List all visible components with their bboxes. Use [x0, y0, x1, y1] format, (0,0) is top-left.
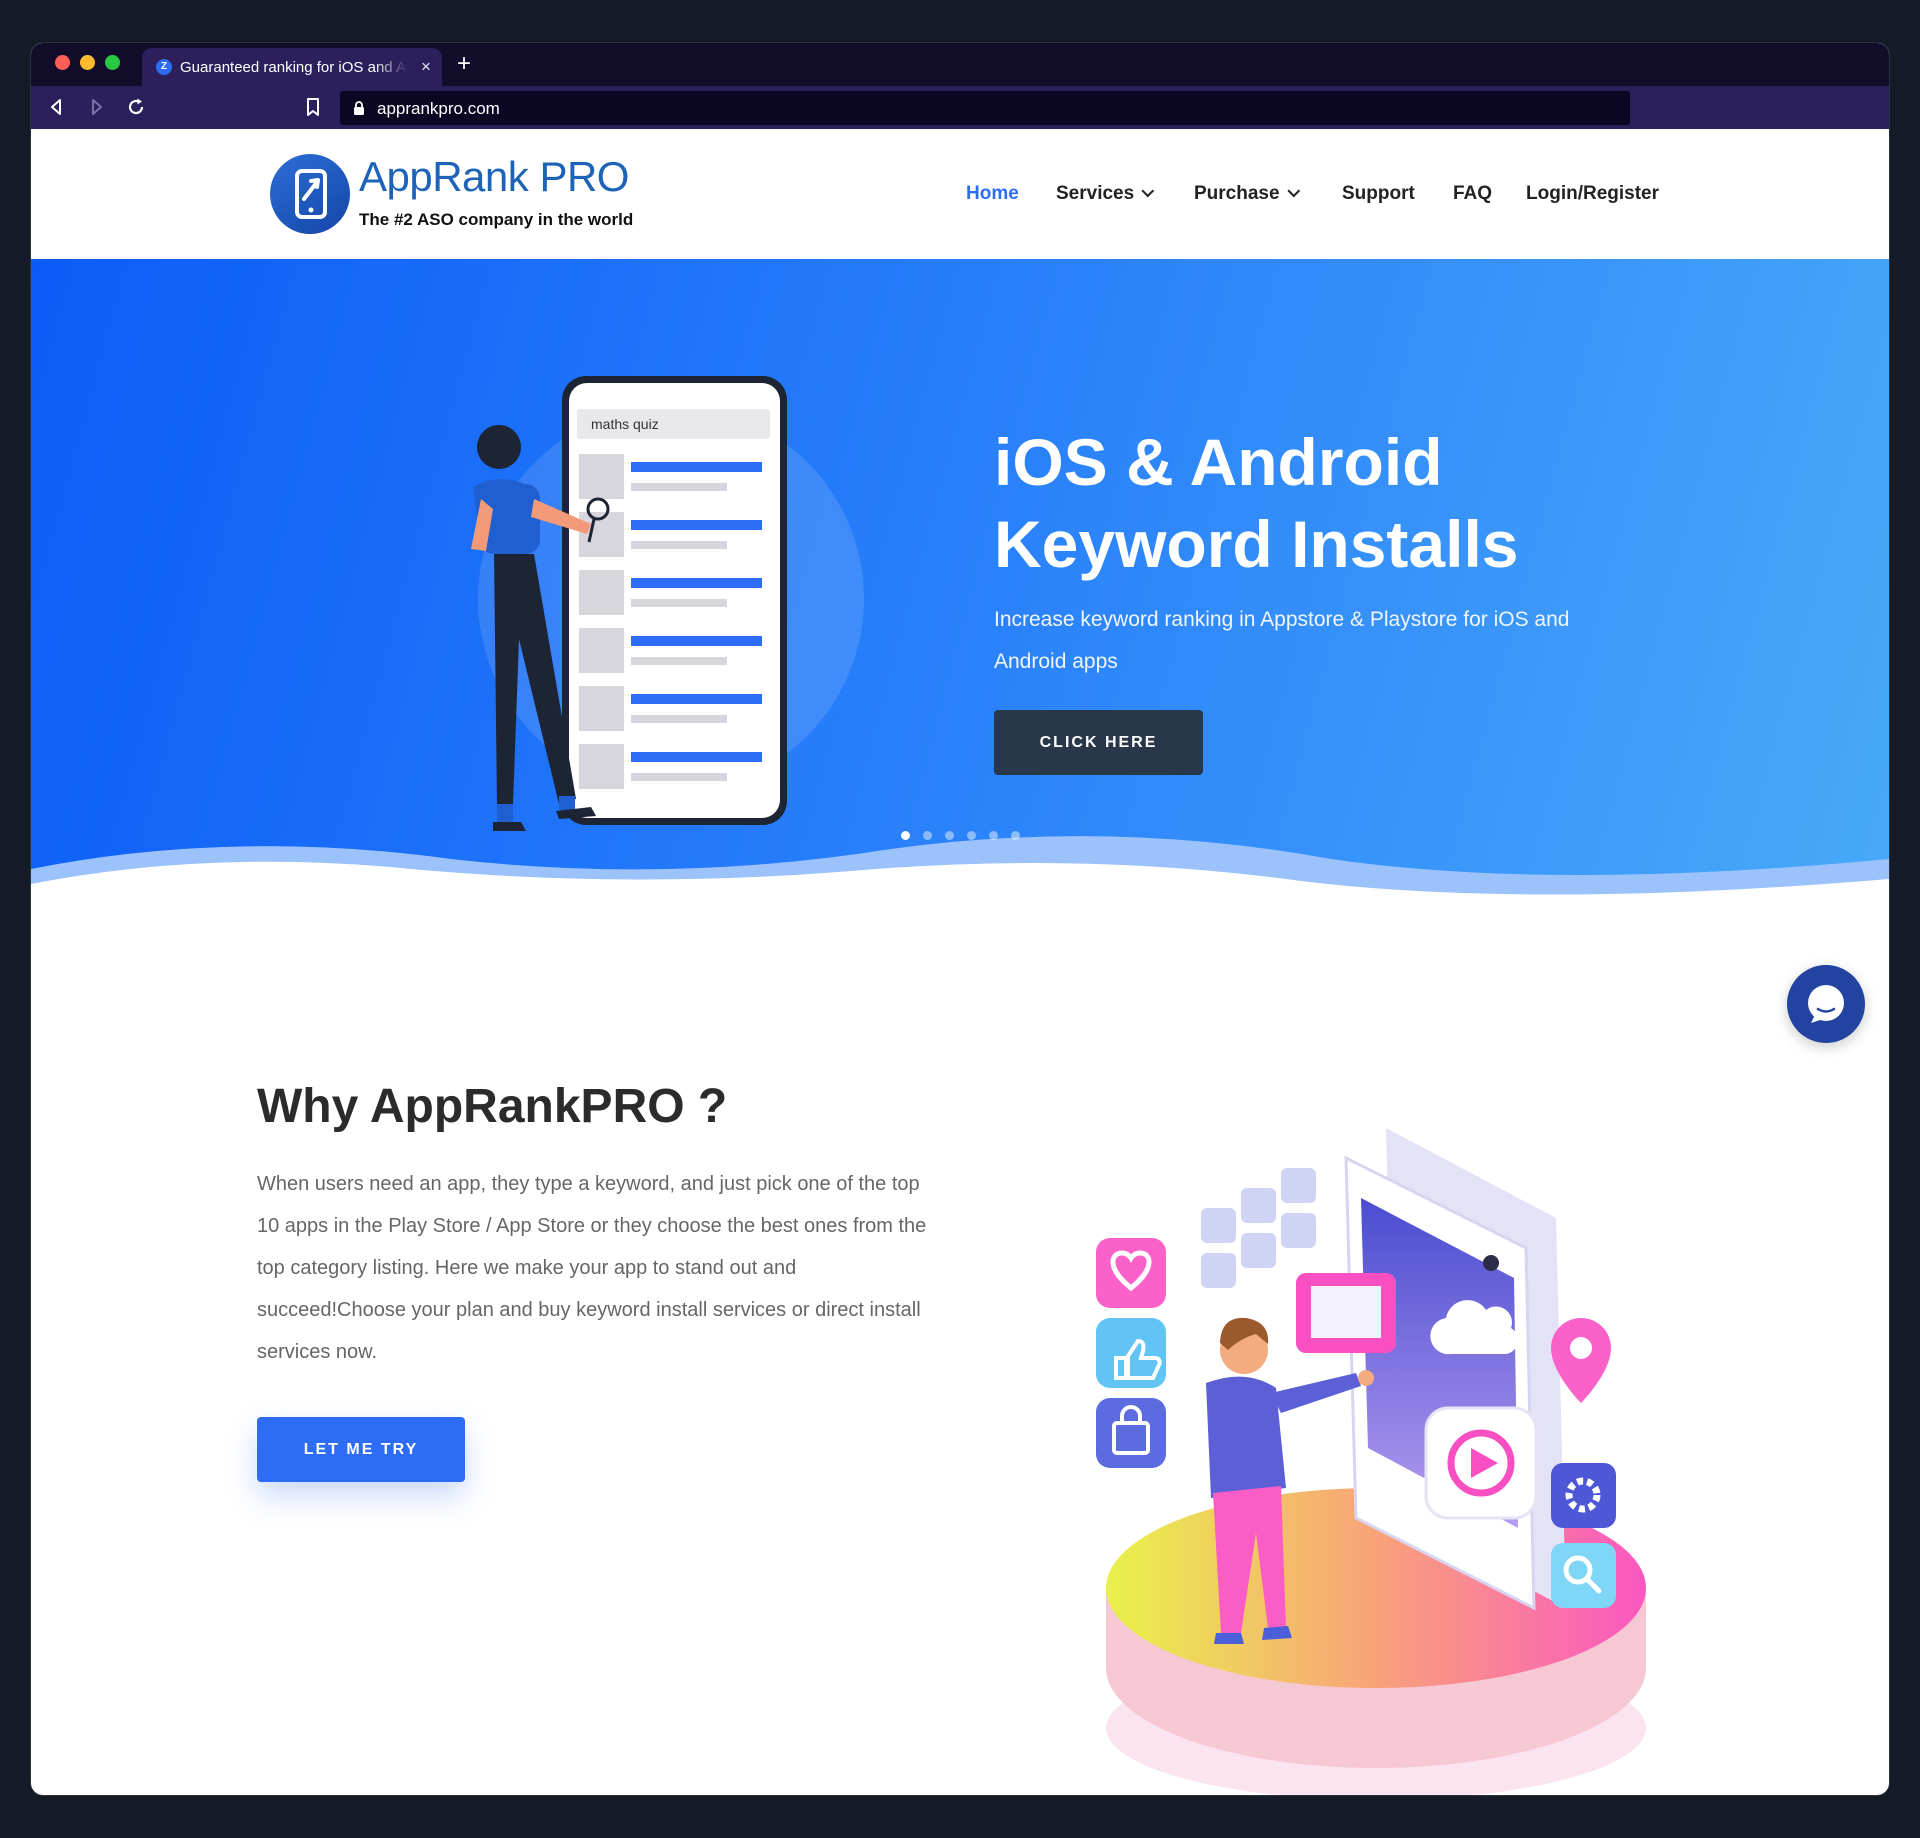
- hero-title: iOS & Android Keyword Installs: [994, 421, 1694, 585]
- slide-dot-5[interactable]: [989, 831, 998, 840]
- slide-dot-6[interactable]: [1011, 831, 1020, 840]
- hero-subtitle: Increase keyword ranking in Appstore & P…: [994, 608, 1570, 673]
- hero-title-line1: iOS & Android: [994, 425, 1443, 499]
- address-bar[interactable]: apprankpro.com: [340, 91, 1630, 125]
- nav-purchase[interactable]: Purchase: [1194, 183, 1300, 205]
- chevron-down-icon: [1141, 184, 1155, 198]
- lock-icon: [354, 101, 364, 115]
- hero-title-line2: Keyword Installs: [994, 507, 1519, 581]
- nav-faq[interactable]: FAQ: [1453, 183, 1492, 205]
- nav-purchase-label: Purchase: [1194, 183, 1280, 204]
- browser-window: Z Guaranteed ranking for iOS and Android…: [31, 43, 1889, 1795]
- slide-dot-3[interactable]: [945, 831, 954, 840]
- minimize-window-button[interactable]: [80, 55, 95, 70]
- slide-dot-2[interactable]: [923, 831, 932, 840]
- search-icon: [1551, 1543, 1616, 1608]
- why-title: Why AppRankPRO ?: [257, 1080, 728, 1133]
- new-tab-button[interactable]: +: [451, 51, 477, 77]
- close-window-button[interactable]: [55, 55, 70, 70]
- tab-close-icon[interactable]: ×: [416, 57, 436, 77]
- tab-title: Guaranteed ranking for iOS and Android: [180, 59, 408, 76]
- browser-tab[interactable]: Z Guaranteed ranking for iOS and Android…: [142, 48, 442, 86]
- url-text: apprankpro.com: [377, 99, 500, 118]
- chat-icon: [1808, 985, 1844, 1023]
- slide-dot-1[interactable]: [901, 831, 910, 840]
- reload-icon[interactable]: [124, 95, 148, 119]
- nav-support[interactable]: Support: [1342, 183, 1415, 205]
- forward-icon[interactable]: [84, 95, 108, 119]
- logo-tagline: The #2 ASO company in the world: [359, 210, 634, 229]
- chevron-down-icon: [1286, 184, 1300, 198]
- phone-arrow-logo-icon[interactable]: [270, 154, 350, 234]
- tab-favicon-icon: Z: [156, 59, 172, 75]
- nav-home[interactable]: Home: [966, 183, 1019, 205]
- nav-services-label: Services: [1056, 183, 1135, 204]
- isometric-app-illustration: [1096, 1128, 1646, 1795]
- let-me-try-button[interactable]: LET ME TRY: [257, 1417, 465, 1482]
- gear-icon: [1551, 1463, 1616, 1528]
- maximize-window-button[interactable]: [105, 55, 120, 70]
- slide-dot-4[interactable]: [967, 831, 976, 840]
- chat-launcher-button[interactable]: [1787, 965, 1865, 1043]
- click-here-button[interactable]: CLICK HERE: [994, 710, 1203, 775]
- logo-title[interactable]: AppRank PRO: [359, 153, 629, 201]
- tab-strip: Z Guaranteed ranking for iOS and Android…: [31, 43, 1889, 86]
- why-description: When users need an app, they type a keyw…: [257, 1173, 927, 1363]
- back-icon[interactable]: [45, 95, 69, 119]
- site-header: AppRank PRO The #2 ASO company in the wo…: [31, 129, 1889, 259]
- hero-slider: maths quiz iOS & Android Keyword Install…: [31, 259, 1889, 909]
- browser-toolbar: apprankpro.com: [31, 86, 1889, 129]
- heart-icon: [1096, 1238, 1166, 1308]
- nav-services[interactable]: Services: [1056, 183, 1155, 205]
- search-field-text: maths quiz: [591, 416, 659, 432]
- bookmark-icon[interactable]: [303, 96, 323, 118]
- nav-login-register[interactable]: Login/Register: [1526, 183, 1659, 205]
